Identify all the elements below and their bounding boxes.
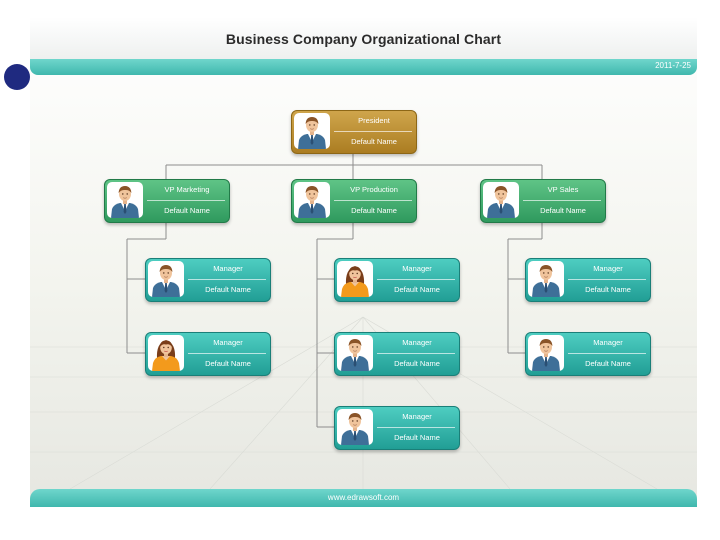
- female-avatar-icon: [148, 335, 184, 371]
- node-name: Default Name: [394, 359, 440, 368]
- node-name: Default Name: [205, 285, 251, 294]
- node-name: Default Name: [394, 433, 440, 442]
- male-avatar-icon: [528, 335, 564, 371]
- male-avatar-icon: [107, 182, 143, 218]
- node-role: President: [358, 116, 390, 125]
- male-avatar-icon: [337, 409, 373, 445]
- female-avatar-icon: [337, 261, 373, 297]
- production-manager-node-1[interactable]: Manager Default Name: [334, 258, 460, 302]
- node-name: Default Name: [585, 285, 631, 294]
- male-avatar-icon: [483, 182, 519, 218]
- male-avatar-icon: [148, 261, 184, 297]
- node-role: Manager: [402, 338, 432, 347]
- node-name: Default Name: [394, 285, 440, 294]
- node-role: Manager: [402, 264, 432, 273]
- marketing-manager-node-2[interactable]: Manager Default Name: [145, 332, 271, 376]
- node-name: Default Name: [540, 206, 586, 215]
- male-avatar-icon: [294, 182, 330, 218]
- node-name: Default Name: [205, 359, 251, 368]
- node-role: Manager: [593, 338, 623, 347]
- node-name: Default Name: [351, 137, 397, 146]
- node-name: Default Name: [164, 206, 210, 215]
- node-role: Manager: [593, 264, 623, 273]
- sales-manager-node-1[interactable]: Manager Default Name: [525, 258, 651, 302]
- slide: Business Company Organizational Chart 20…: [30, 17, 697, 507]
- node-name: Default Name: [585, 359, 631, 368]
- node-role: Manager: [213, 338, 243, 347]
- node-role: VP Sales: [547, 185, 579, 194]
- sales-manager-node-2[interactable]: Manager Default Name: [525, 332, 651, 376]
- male-avatar-icon: [528, 261, 564, 297]
- production-manager-node-2[interactable]: Manager Default Name: [334, 332, 460, 376]
- vp-production-node[interactable]: VP Production Default Name: [291, 179, 417, 223]
- vp-marketing-node[interactable]: VP Marketing Default Name: [104, 179, 230, 223]
- node-role: Manager: [213, 264, 243, 273]
- node-name: Default Name: [351, 206, 397, 215]
- node-role: VP Production: [350, 185, 398, 194]
- production-manager-node-3[interactable]: Manager Default Name: [334, 406, 460, 450]
- male-avatar-icon: [337, 335, 373, 371]
- footer-url: www.edrawsoft.com: [327, 493, 400, 502]
- vp-sales-node[interactable]: VP Sales Default Name: [480, 179, 606, 223]
- bullet-dot: [4, 64, 30, 90]
- male-avatar-icon: [294, 113, 330, 149]
- node-role: Manager: [402, 412, 432, 421]
- marketing-manager-node-1[interactable]: Manager Default Name: [145, 258, 271, 302]
- president-node[interactable]: President Default Name: [291, 110, 417, 154]
- node-role: VP Marketing: [164, 185, 210, 194]
- footer-band: www.edrawsoft.com: [30, 489, 697, 507]
